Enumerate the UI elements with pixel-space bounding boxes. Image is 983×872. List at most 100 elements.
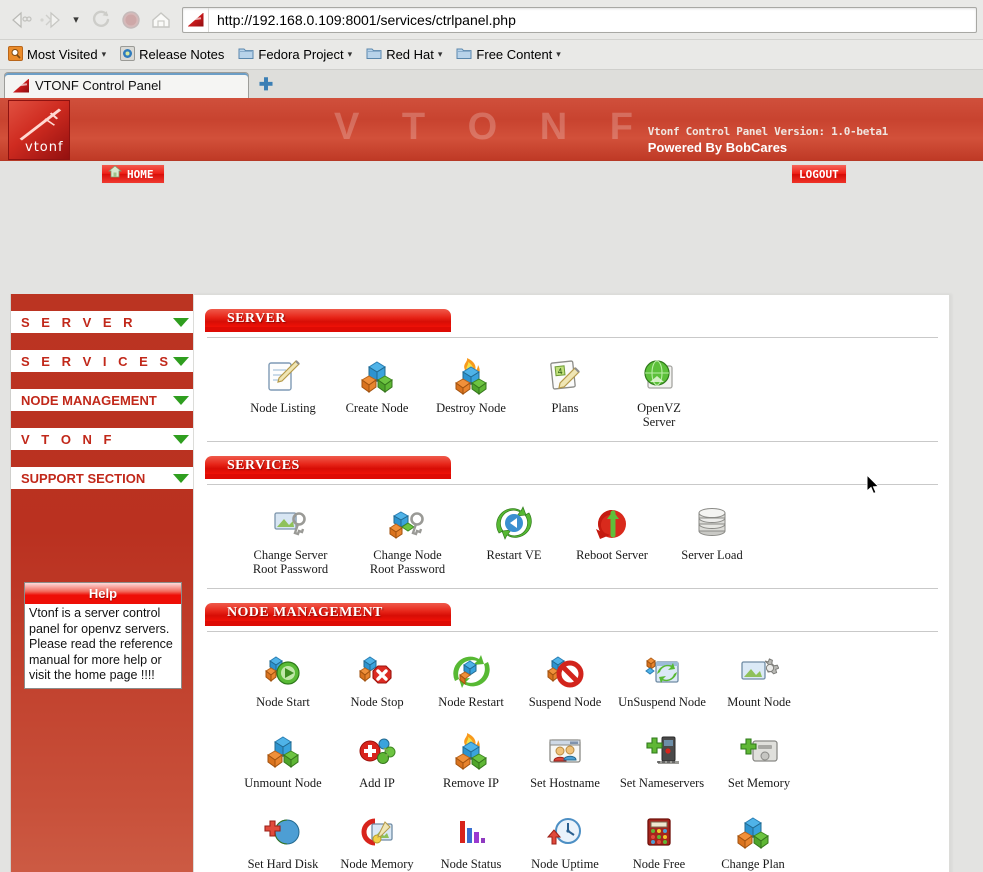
mount-node-icon	[739, 646, 779, 690]
tile-label: UnSuspend Node	[618, 695, 706, 709]
cubes-fire-icon	[451, 352, 491, 396]
tile-node-restart[interactable]: Node Restart	[424, 646, 518, 709]
tile-node-free-memory[interactable]: Node Free Memory	[612, 808, 706, 872]
tile-suspend-node[interactable]: Suspend Node	[518, 646, 612, 709]
calculator-icon	[639, 808, 679, 852]
bookmark-red-hat[interactable]: Red Hat ▾	[366, 46, 442, 63]
tile-create-node[interactable]: Create Node	[330, 352, 424, 429]
chevron-down-icon[interactable]	[173, 434, 189, 444]
tile-change-plan[interactable]: Change Plan	[706, 808, 800, 872]
divider	[207, 441, 938, 442]
monitor-keys-icon	[271, 499, 311, 543]
clock-uptime-icon	[545, 808, 585, 852]
tile-label: Add IP	[359, 776, 395, 790]
chevron-down-icon[interactable]: ▾	[348, 49, 353, 60]
history-dropdown-icon[interactable]: ▾	[66, 5, 86, 35]
node-management-row-3: Set Hard Disk Space Node Memory Usage No…	[194, 790, 949, 872]
bookmark-free-content[interactable]: Free Content ▾	[456, 46, 561, 63]
help-box: Help Vtonf is a server control panel for…	[24, 582, 182, 689]
sidebar-item-node-management[interactable]: NODE MANAGEMENT	[11, 389, 195, 411]
address-bar[interactable]: http://192.168.0.109:8001/services/ctrlp…	[182, 6, 977, 33]
stop-icon[interactable]	[116, 5, 146, 35]
tile-label: Node Stop	[350, 695, 404, 709]
main-panel: SERVER Node Listing Create Node Destroy …	[193, 294, 950, 872]
tile-node-uptime[interactable]: Node Uptime	[518, 808, 612, 872]
tile-label: Node Status	[440, 857, 502, 871]
forward-icon[interactable]	[36, 5, 66, 35]
cubes-icon	[357, 352, 397, 396]
site-favicon-icon	[183, 7, 209, 32]
chevron-down-icon[interactable]: ▾	[556, 49, 561, 60]
tile-label: Restart VE	[486, 548, 542, 562]
tile-mount-node[interactable]: Mount Node	[712, 646, 806, 709]
tile-node-listing[interactable]: Node Listing	[236, 352, 330, 429]
tile-label: Change Plan	[721, 857, 785, 871]
home-button[interactable]: HOME	[101, 164, 165, 184]
sidebar-item-services[interactable]: S E R V I C E S	[11, 350, 195, 372]
sidebar-item-support-section[interactable]: SUPPORT SECTION	[11, 467, 195, 489]
tile-node-start[interactable]: Node Start	[236, 646, 330, 709]
reboot-arrows-icon	[592, 499, 632, 543]
openvz-globe-icon	[639, 352, 679, 396]
tile-remove-ip[interactable]: Remove IP	[424, 727, 518, 790]
bookmark-label: Most Visited	[27, 47, 98, 62]
tab-title: VTONF Control Panel	[35, 78, 162, 93]
tile-server-load[interactable]: Server Load	[662, 499, 762, 576]
home-icon[interactable]	[146, 5, 176, 35]
new-tab-button[interactable]: ✚	[249, 72, 283, 98]
suspend-node-icon	[545, 646, 585, 690]
tile-node-memory-usage[interactable]: Node Memory Usage	[330, 808, 424, 872]
bookmark-release-notes[interactable]: Release Notes	[120, 45, 224, 64]
chevron-down-icon[interactable]	[173, 395, 189, 405]
tile-label: Node Uptime	[531, 857, 599, 871]
back-icon[interactable]	[6, 5, 36, 35]
tile-label: Change Server Root Password	[252, 548, 329, 576]
svg-text:4: 4	[557, 367, 563, 376]
reload-icon[interactable]	[86, 5, 116, 35]
sidebar-item-label: S E R V I C E S	[21, 353, 173, 369]
tile-label: Node Start	[256, 695, 310, 709]
tile-unmount-node[interactable]: Unmount Node	[236, 727, 330, 790]
tile-destroy-node[interactable]: Destroy Node	[424, 352, 518, 429]
notepad-pencil-icon	[263, 352, 303, 396]
unsuspend-node-icon	[642, 646, 682, 690]
cubes-keys-icon	[388, 499, 428, 543]
url-text: http://192.168.0.109:8001/services/ctrlp…	[217, 11, 516, 28]
folder-icon	[366, 46, 382, 63]
chevron-down-icon[interactable]: ▾	[438, 49, 443, 60]
tile-label: Node Free Memory	[632, 857, 686, 872]
tile-set-hard-disk-space[interactable]: Set Hard Disk Space	[236, 808, 330, 872]
browser-window: ▾ http://192.168.0.109:8001/services/ctr…	[0, 0, 983, 872]
bookmark-most-visited[interactable]: Most Visited ▾	[8, 45, 107, 64]
tile-openvz-server[interactable]: OpenVZ Server	[612, 352, 706, 429]
stop-node-icon	[357, 646, 397, 690]
chevron-down-icon[interactable]: ▾	[102, 49, 107, 60]
tile-set-memory[interactable]: Set Memory	[712, 727, 806, 790]
section-node-management: NODE MANAGEMENT Node Start Node Stop Nod…	[194, 603, 949, 872]
tile-label: OpenVZ Server	[637, 401, 681, 429]
tab-vtonf-control-panel[interactable]: VTONF Control Panel	[4, 72, 249, 98]
tile-node-status[interactable]: Node Status	[424, 808, 518, 872]
tile-change-node-root-password[interactable]: Change Node Root Password	[349, 499, 466, 576]
tile-set-hostname[interactable]: Set Hostname	[518, 727, 612, 790]
play-node-icon	[263, 646, 303, 690]
chevron-down-icon[interactable]	[173, 473, 189, 483]
node-management-row-2: Unmount Node Add IP Remove IP Set Hostna…	[194, 709, 949, 790]
tile-add-ip[interactable]: Add IP	[330, 727, 424, 790]
tile-reboot-server[interactable]: Reboot Server	[562, 499, 662, 576]
sidebar-item-label: SUPPORT SECTION	[21, 470, 146, 486]
sidebar-item-server[interactable]: S E R V E R	[11, 311, 195, 333]
chevron-down-icon[interactable]	[173, 317, 189, 327]
sidebar-item-vtonf[interactable]: V T O N F	[11, 428, 195, 450]
tile-node-stop[interactable]: Node Stop	[330, 646, 424, 709]
tile-restart-ve[interactable]: Restart VE	[466, 499, 562, 576]
tile-plans[interactable]: 4 Plans	[518, 352, 612, 429]
tile-set-nameservers[interactable]: Set Nameservers	[612, 727, 712, 790]
tile-unsuspend-node[interactable]: UnSuspend Node	[612, 646, 712, 709]
bookmark-fedora-project[interactable]: Fedora Project ▾	[238, 46, 352, 63]
section-title: SERVER	[227, 311, 286, 326]
section-title: SERVICES	[227, 458, 300, 473]
tile-change-server-root-password[interactable]: Change Server Root Password	[232, 499, 349, 576]
chevron-down-icon[interactable]	[173, 356, 189, 366]
logout-button[interactable]: LOGOUT	[791, 164, 847, 184]
